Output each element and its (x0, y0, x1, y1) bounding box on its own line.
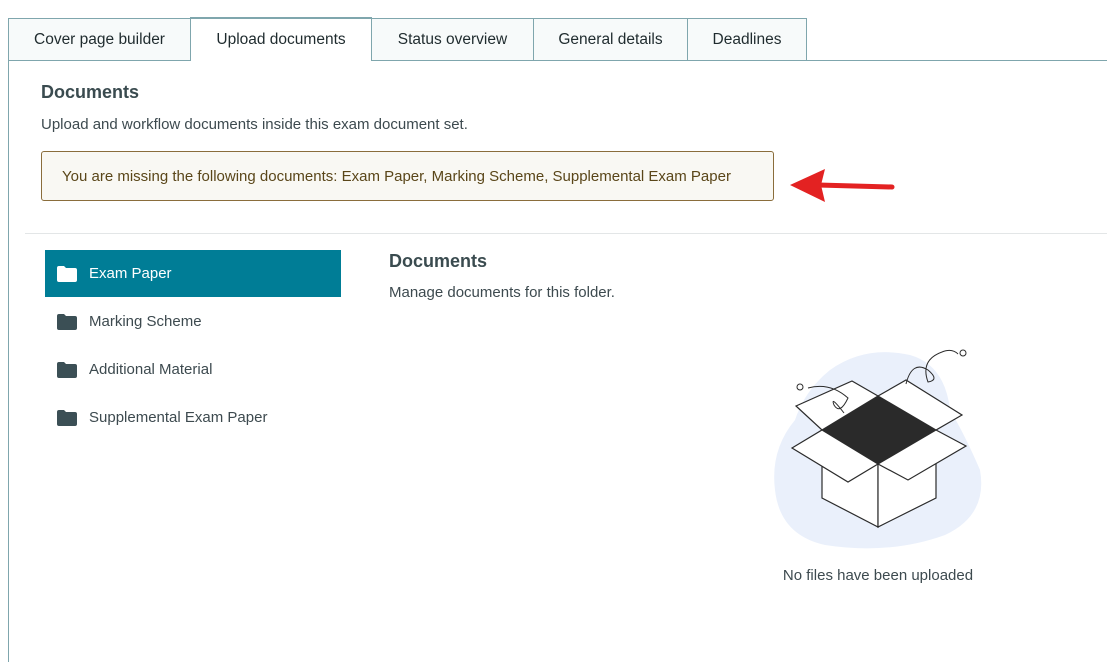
folder-icon (57, 265, 77, 282)
folder-label: Supplemental Exam Paper (89, 409, 268, 426)
tab-label: General details (558, 31, 663, 48)
documents-title: Documents (389, 251, 488, 271)
panel-border (8, 60, 9, 662)
page-description: Upload and workflow documents inside thi… (41, 116, 468, 133)
folder-icon (57, 361, 77, 378)
documents-description: Manage documents for this folder. (389, 284, 615, 301)
tab-label: Status overview (397, 31, 508, 48)
tab-general-details[interactable]: General details (533, 18, 688, 61)
section-divider (25, 233, 1107, 234)
tab-label: Deadlines (712, 31, 782, 48)
tab-cover-page-builder[interactable]: Cover page builder (8, 18, 191, 61)
empty-state-message: No files have been uploaded (782, 567, 974, 584)
folder-label: Exam Paper (89, 265, 172, 282)
folder-icon (57, 313, 77, 330)
tab-label: Cover page builder (34, 31, 165, 48)
tab-status-overview[interactable]: Status overview (371, 18, 534, 61)
alert-message: You are missing the following documents:… (62, 167, 731, 185)
tab-deadlines[interactable]: Deadlines (687, 18, 807, 61)
folder-list: Exam Paper Marking Scheme Additional Mat… (45, 250, 341, 442)
annotation-arrow-icon (790, 169, 895, 202)
tab-label: Upload documents (216, 31, 346, 48)
folder-item-marking-scheme[interactable]: Marking Scheme (45, 298, 341, 345)
folder-label: Additional Material (89, 361, 213, 378)
missing-documents-alert: You are missing the following documents:… (41, 151, 774, 201)
page-title: Documents (41, 82, 140, 102)
folder-label: Marking Scheme (89, 313, 202, 330)
folder-icon (57, 409, 77, 426)
tab-bar: Cover page builder Upload documents Stat… (8, 17, 807, 61)
tab-upload-documents[interactable]: Upload documents (190, 17, 372, 61)
folder-item-additional-material[interactable]: Additional Material (45, 346, 341, 393)
folder-item-exam-paper[interactable]: Exam Paper (45, 250, 341, 297)
empty-box-illustration-icon (774, 349, 982, 549)
tab-underline (8, 60, 1107, 61)
folder-item-supplemental-exam-paper[interactable]: Supplemental Exam Paper (45, 394, 341, 441)
